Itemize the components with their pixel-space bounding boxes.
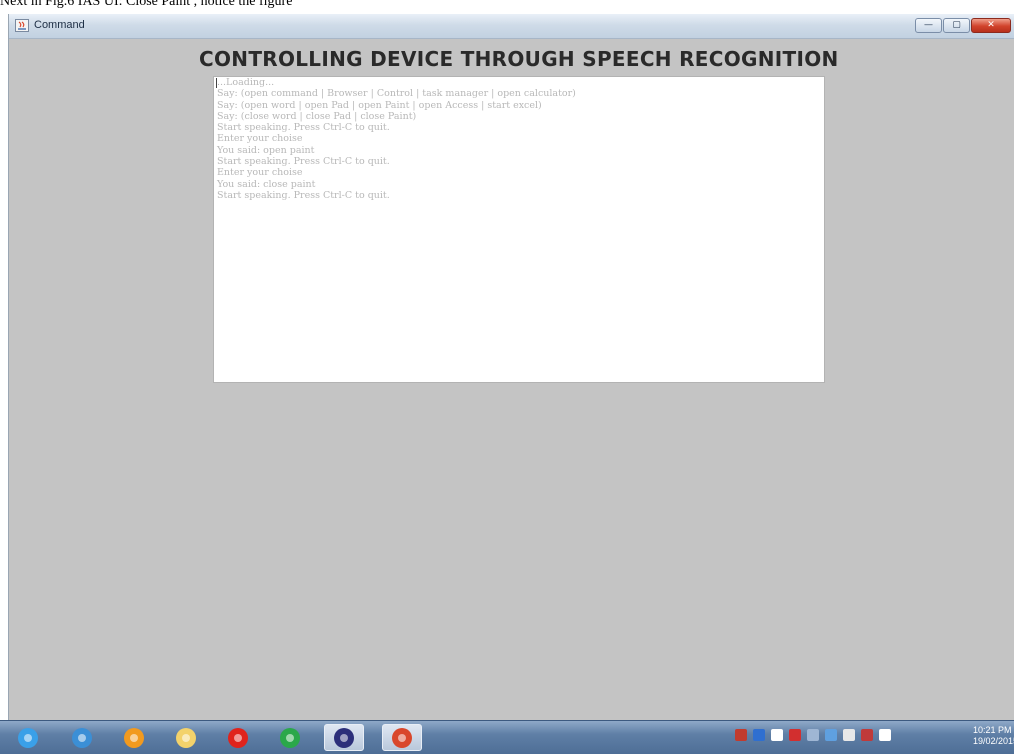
opera-taskbar-button[interactable] [218, 724, 258, 751]
folder-taskbar-button[interactable] [166, 724, 206, 751]
console-line: Say: (open command | Browser | Control |… [217, 88, 576, 100]
tray-icon[interactable] [771, 729, 783, 741]
java-taskbar-button[interactable] [382, 724, 422, 751]
console-line: You said: open paint [217, 144, 315, 156]
media-player-icon [124, 727, 144, 748]
tray-icon[interactable] [753, 729, 765, 741]
console-line: Start speaking. Press Ctrl-C to quit. [217, 122, 390, 134]
console-line: Enter your choise [217, 133, 303, 145]
tray-icon[interactable] [861, 729, 873, 741]
taskbar: 10:21 PM 19/02/2015 [0, 720, 1014, 754]
media-player-taskbar-button[interactable] [114, 724, 154, 751]
window-title: Command [34, 19, 85, 31]
console-line: You said: close paint [217, 178, 316, 190]
app-heading: CONTROLLING DEVICE THROUGH SPEECH RECOGN… [199, 47, 839, 71]
java-icon [392, 727, 412, 748]
console-line: Say: (open word | open Pad | open Paint … [217, 99, 542, 111]
console-line: Say: (close word | close Pad | close Pai… [217, 110, 417, 122]
console-lines: ...Loading... Say: (open command | Browse… [217, 77, 824, 201]
console-line: ...Loading... [217, 77, 275, 88]
maximize-button[interactable]: ▢ [943, 18, 970, 33]
eclipse-icon [334, 727, 354, 748]
command-window: Command — ▢ ✕ CONTROLLING DEVICE THROUGH… [8, 14, 1014, 720]
chrome-icon [280, 727, 300, 748]
tray-icon[interactable] [843, 729, 855, 741]
console-line: Start speaking. Press Ctrl-C to quit. [217, 189, 390, 201]
console-line: Enter your choise [217, 167, 303, 179]
tray-icon[interactable] [807, 729, 819, 741]
internet-explorer-icon [72, 727, 92, 748]
clock-time: 10:21 PM [973, 725, 1012, 735]
minimize-button[interactable]: — [915, 18, 942, 33]
text-caret [216, 78, 217, 88]
internet-explorer-taskbar-button[interactable] [62, 724, 102, 751]
tray-icon[interactable] [879, 729, 891, 741]
opera-icon [228, 727, 248, 748]
folder-icon [176, 727, 196, 748]
system-clock[interactable]: 10:21 PM 19/02/2015 [973, 725, 1014, 747]
clock-date: 19/02/2015 [973, 736, 1014, 746]
tray-icon[interactable] [735, 729, 747, 741]
console-output[interactable]: ...Loading... Say: (open command | Browse… [213, 76, 825, 383]
system-tray [735, 729, 891, 745]
java-window-icon [15, 19, 29, 32]
start-orb-icon [18, 727, 38, 748]
chrome-taskbar-button[interactable] [270, 724, 310, 751]
eclipse-taskbar-button[interactable] [324, 724, 364, 751]
figure-caption: Next in Fig.6 IAS UI: Close Paint , noti… [0, 0, 293, 9]
close-button[interactable]: ✕ [971, 18, 1011, 33]
start-orb-taskbar-button[interactable] [8, 724, 48, 751]
tray-icon[interactable] [825, 729, 837, 741]
console-line: Start speaking. Press Ctrl-C to quit. [217, 156, 390, 168]
window-titlebar[interactable]: Command — ▢ ✕ [9, 14, 1014, 39]
tray-icon[interactable] [789, 729, 801, 741]
